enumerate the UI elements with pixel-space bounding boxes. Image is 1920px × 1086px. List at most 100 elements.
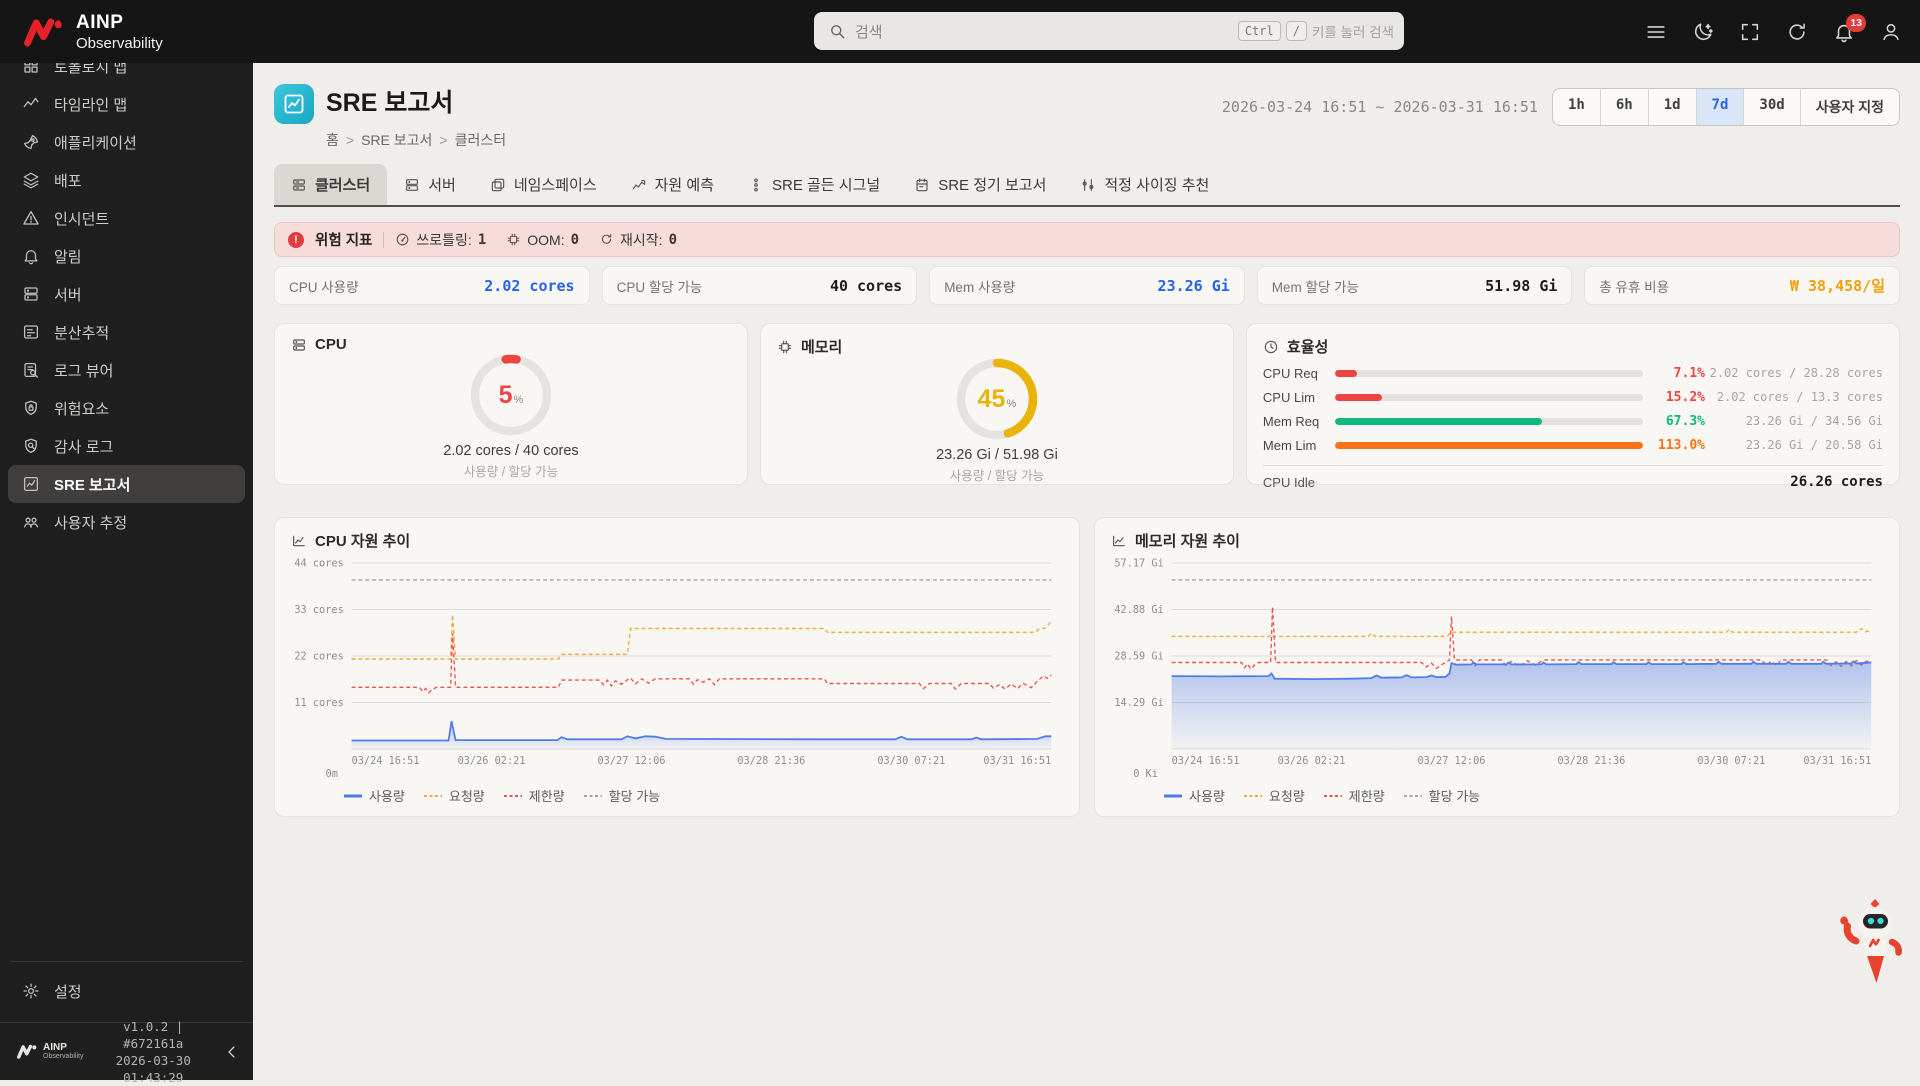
gauge-sublabel: 사용량 / 할당 가능 bbox=[464, 461, 558, 480]
sidebar-item-chart-line[interactable]: SRE 보고서 bbox=[8, 465, 245, 503]
sidebar-item-timeline[interactable]: 타임라인 맵 bbox=[8, 85, 245, 123]
notifications-icon[interactable]: 13 bbox=[1833, 21, 1855, 43]
range-button-1d[interactable]: 1d bbox=[1648, 89, 1696, 125]
restart-icon bbox=[599, 232, 614, 247]
sidebar-item-log-viewer[interactable]: 로그 뷰어 bbox=[8, 351, 245, 389]
sidebar-item-rocket[interactable]: 애플리케이션 bbox=[8, 123, 245, 161]
version-info: v1.0.2 | #672161a 2026-03-30 01:43:29 bbox=[93, 1018, 213, 1086]
legend-item[interactable]: 할당 가능 bbox=[583, 786, 660, 805]
tab-report[interactable]: SRE 정기 보고서 bbox=[897, 164, 1063, 205]
sidebar-item-server[interactable]: 서버 bbox=[8, 275, 245, 313]
svg-text:33 cores: 33 cores bbox=[294, 604, 343, 616]
sidebar-item-label: 위험요소 bbox=[54, 398, 109, 419]
metric-label: Mem 할당 가능 bbox=[1272, 276, 1359, 296]
sidebar-item-shield-lock[interactable]: 위험요소 bbox=[8, 389, 245, 427]
memory-gauge-card: 메모리45%23.26 Gi / 51.98 Gi사용량 / 할당 가능 bbox=[760, 323, 1234, 485]
efficiency-detail: 2.02 cores / 28.28 cores bbox=[1705, 366, 1883, 380]
sidebar-item-settings[interactable]: 설정 bbox=[8, 972, 245, 1010]
breadcrumb-current[interactable]: 클러스터 bbox=[455, 130, 507, 150]
tab-cluster[interactable]: 클러스터 bbox=[274, 164, 387, 205]
sidebar-item-shield-search[interactable]: 감사 로그 bbox=[8, 427, 245, 465]
efficiency-bar-fill bbox=[1335, 418, 1542, 425]
metric-label: CPU 사용량 bbox=[289, 276, 359, 296]
sidebar-item-users[interactable]: 사용자 추정 bbox=[8, 503, 245, 541]
tab-server[interactable]: 서버 bbox=[387, 164, 473, 205]
tab-label: 서버 bbox=[428, 174, 456, 195]
range-button-6h[interactable]: 6h bbox=[1600, 89, 1648, 125]
range-button-7d[interactable]: 7d bbox=[1696, 89, 1744, 125]
sidebar-item-warning[interactable]: 인시던트 bbox=[8, 199, 245, 237]
legend-item[interactable]: 요청량 bbox=[423, 786, 485, 805]
svg-text:03/31 16:51: 03/31 16:51 bbox=[983, 755, 1051, 767]
grid-icon bbox=[22, 63, 40, 75]
sidebar-item-trace[interactable]: 분산추적 bbox=[8, 313, 245, 351]
tab-sizing[interactable]: 적정 사이징 추천 bbox=[1063, 164, 1226, 205]
efficiency-bar-track bbox=[1335, 394, 1643, 401]
brand-name: AINP bbox=[76, 12, 163, 34]
range-button-사용자 지정[interactable]: 사용자 지정 bbox=[1800, 89, 1899, 125]
svg-text:03/28 21:36: 03/28 21:36 bbox=[737, 755, 805, 767]
legend-item[interactable]: 제한량 bbox=[1323, 786, 1385, 805]
profile-icon[interactable] bbox=[1880, 21, 1902, 43]
svg-text:0m: 0m bbox=[326, 768, 338, 779]
sidebar-collapse-button[interactable] bbox=[223, 1043, 241, 1061]
breadcrumb-section[interactable]: SRE 보고서 bbox=[361, 130, 432, 150]
metric-card-1: CPU 할당 가능40 cores bbox=[602, 266, 918, 305]
legend-item[interactable]: 제한량 bbox=[503, 786, 565, 805]
sidebar-item-grid[interactable]: 토폴로지 맵 bbox=[8, 63, 245, 85]
dark-mode-icon[interactable] bbox=[1692, 21, 1714, 43]
tab-signal[interactable]: SRE 골든 시그널 bbox=[731, 164, 897, 205]
assistant-mascot[interactable] bbox=[1834, 897, 1914, 990]
sidebar-item-label: 애플리케이션 bbox=[54, 132, 137, 153]
cpu-gauge-card: CPU5%2.02 cores / 40 cores사용량 / 할당 가능 bbox=[274, 323, 748, 485]
legend-item[interactable]: 요청량 bbox=[1243, 786, 1305, 805]
sidebar-item-label: 사용자 추정 bbox=[54, 512, 127, 533]
risk-item-restart: 재시작: 0 bbox=[599, 230, 677, 250]
risk-indicator-bar: ! 위험 지표 쓰로틀링: 1OOM: 0재시작: 0 bbox=[274, 222, 1900, 257]
metric-value: 51.98 Gi bbox=[1485, 277, 1557, 295]
cpu-donut-gauge: 5% bbox=[469, 353, 553, 437]
fullscreen-icon[interactable] bbox=[1739, 21, 1761, 43]
tab-namespace[interactable]: 네임스페이스 bbox=[473, 164, 614, 205]
efficiency-row-label: CPU Lim bbox=[1263, 390, 1325, 405]
top-header: AINP Observability 검색 Ctrl / 키를 눌러 검색 13 bbox=[0, 0, 1920, 63]
sidebar-item-label: 분산추적 bbox=[54, 322, 109, 343]
tab-forecast[interactable]: 자원 예측 bbox=[614, 164, 731, 205]
svg-text:0 Ki: 0 Ki bbox=[1133, 768, 1158, 779]
metric-card-4: 총 유휴 비용₩ 38,458/일 bbox=[1584, 266, 1900, 305]
efficiency-bar-fill bbox=[1335, 442, 1643, 449]
report-icon bbox=[914, 177, 930, 193]
range-button-30d[interactable]: 30d bbox=[1743, 89, 1799, 125]
main-content: SRE 보고서 홈 > SRE 보고서 > 클러스터 2026-03-24 16… bbox=[253, 63, 1920, 1080]
efficiency-row-cpu-lim: CPU Lim15.2%2.02 cores / 13.3 cores bbox=[1263, 387, 1883, 407]
trace-icon bbox=[22, 323, 40, 341]
namespace-icon bbox=[490, 177, 506, 193]
search-icon bbox=[828, 22, 846, 40]
line-chart-icon bbox=[1111, 533, 1127, 549]
sidebar-item-bell[interactable]: 알림 bbox=[8, 237, 245, 275]
menu-icon[interactable] bbox=[1645, 21, 1667, 43]
breadcrumb-home[interactable]: 홈 bbox=[326, 130, 339, 150]
sidebar-item-label: 서버 bbox=[54, 284, 82, 305]
breadcrumb-separator: > bbox=[439, 132, 447, 148]
gauge-unit: % bbox=[1006, 398, 1016, 410]
refresh-icon[interactable] bbox=[1786, 21, 1808, 43]
svg-text:44 cores: 44 cores bbox=[294, 557, 343, 569]
range-button-1h[interactable]: 1h bbox=[1553, 89, 1600, 125]
legend-item[interactable]: 할당 가능 bbox=[1403, 786, 1480, 805]
legend-item[interactable]: 사용량 bbox=[1163, 786, 1225, 805]
svg-text:14.29 Gi: 14.29 Gi bbox=[1114, 697, 1163, 709]
legend-item[interactable]: 사용량 bbox=[343, 786, 405, 805]
risk-divider bbox=[383, 232, 384, 248]
efficiency-percent: 7.1% bbox=[1653, 366, 1705, 381]
sidebar-item-layers[interactable]: 배포 bbox=[8, 161, 245, 199]
signal-icon bbox=[748, 177, 764, 193]
gauge-percent: 45 bbox=[978, 385, 1006, 414]
brand-logo: AINP Observability bbox=[0, 12, 163, 52]
global-search-input[interactable]: 검색 Ctrl / 키를 눌러 검색 bbox=[814, 12, 1404, 50]
cluster-icon bbox=[291, 177, 307, 193]
warning-icon bbox=[22, 209, 40, 227]
efficiency-row-label: CPU Req bbox=[1263, 366, 1325, 381]
efficiency-icon bbox=[1263, 339, 1279, 355]
sidebar-item-label: 배포 bbox=[54, 170, 82, 191]
